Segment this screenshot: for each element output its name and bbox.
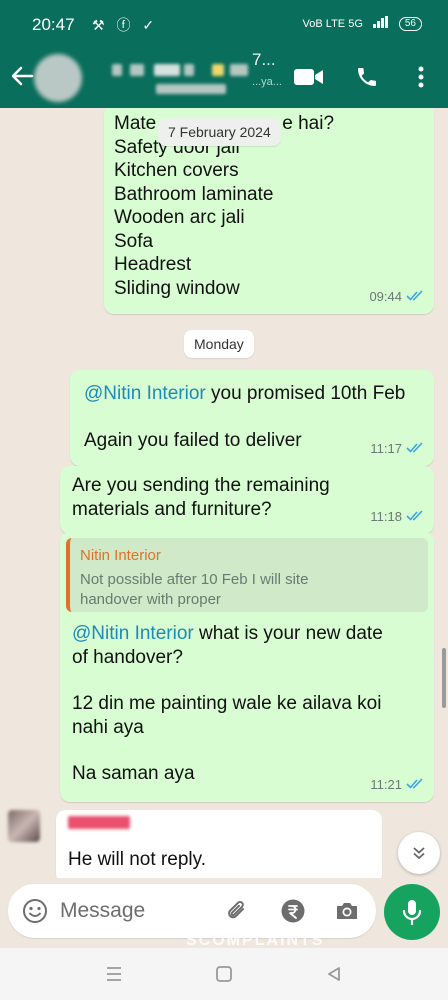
message-bubble[interactable]: Are you sending the remaining materials … (60, 466, 434, 534)
message-text: @Nitin Interior what is your new date of… (72, 623, 383, 784)
message-input-pill[interactable] (8, 884, 376, 938)
emoji-icon[interactable] (20, 896, 50, 926)
system-nav-bar (0, 948, 448, 1000)
message-time: 09:44 (369, 288, 402, 304)
notification-icons: ⚒ ⓕ ✓ (92, 17, 159, 33)
network-indicator: VoB LTE 5G (302, 17, 363, 30)
mic-button[interactable] (384, 884, 440, 940)
battery-icon: 56 (398, 16, 422, 31)
mention-link[interactable]: @Nitin Interior (84, 383, 206, 404)
message-time: 11:21 (370, 776, 402, 792)
rupee-icon[interactable] (278, 896, 308, 926)
double-check-icon (406, 285, 424, 309)
message-bubble-reply[interactable]: Nitin Interior Not possible after 10 Feb… (60, 532, 434, 802)
message-time: 11:18 (370, 508, 402, 524)
message-meta: 11:18 (370, 505, 424, 529)
quoted-message[interactable]: Nitin Interior Not possible after 10 Feb… (66, 538, 428, 612)
message-bubble-incoming[interactable]: He will not reply. (56, 810, 382, 878)
back-arrow-icon[interactable] (8, 62, 36, 90)
quote-author: Nitin Interior (80, 547, 161, 564)
chat-header: 7... ...ya... (0, 46, 448, 108)
double-check-icon (406, 437, 424, 461)
message-bubble[interactable]: @Nitin Interior you promised 10th Feb Ag… (70, 370, 434, 466)
message-meta: 11:21 (370, 773, 424, 797)
message-text: Are you sending the remaining materials … (72, 475, 330, 520)
floating-date-header: 7 February 2024 (158, 118, 281, 146)
nav-home-icon[interactable] (212, 962, 236, 986)
scroll-to-bottom-button[interactable] (398, 832, 440, 874)
more-options-icon[interactable] (404, 60, 438, 94)
message-text: @Nitin Interior you promised 10th Feb Ag… (84, 383, 406, 451)
voice-call-icon[interactable] (350, 60, 384, 94)
message-input[interactable] (60, 897, 210, 925)
nav-back-icon[interactable] (322, 962, 346, 986)
message-meta: 11:17 (370, 437, 424, 461)
status-right: VoB LTE 5G 56 (303, 16, 422, 31)
message-composer: SCOMPLAINTS (0, 878, 448, 949)
mic-icon (402, 900, 422, 926)
date-separator: Monday (184, 330, 254, 358)
double-check-icon (406, 505, 424, 529)
message-text: He will not reply. (68, 849, 206, 870)
attach-icon[interactable] (222, 896, 252, 926)
signal-icon (372, 16, 389, 31)
mention-link[interactable]: @Nitin Interior (72, 623, 194, 644)
message-meta: 09:44 (369, 285, 424, 309)
contact-avatar[interactable] (34, 54, 82, 102)
scrollbar-thumb[interactable] (442, 648, 446, 708)
contact-subtitle: ...ya... (252, 76, 282, 88)
nav-menu-icon[interactable] (102, 962, 126, 986)
message-time: 11:17 (370, 440, 402, 456)
camera-icon[interactable] (332, 896, 362, 926)
status-bar: 20:47 ⚒ ⓕ ✓ VoB LTE 5G 56 (0, 0, 448, 46)
contact-title: 7... (252, 50, 276, 69)
sender-name-redacted (68, 816, 130, 829)
quote-text: Not possible after 10 Feb I will site ha… (80, 570, 309, 608)
video-call-icon[interactable] (292, 60, 326, 94)
status-time: 20:47 (32, 15, 75, 34)
double-check-icon (406, 773, 424, 797)
chat-area[interactable]: Mate e hai? Safety door jali Kitchen cove… (0, 108, 448, 878)
sender-avatar[interactable] (8, 810, 40, 842)
chevron-down-icon (413, 847, 425, 860)
